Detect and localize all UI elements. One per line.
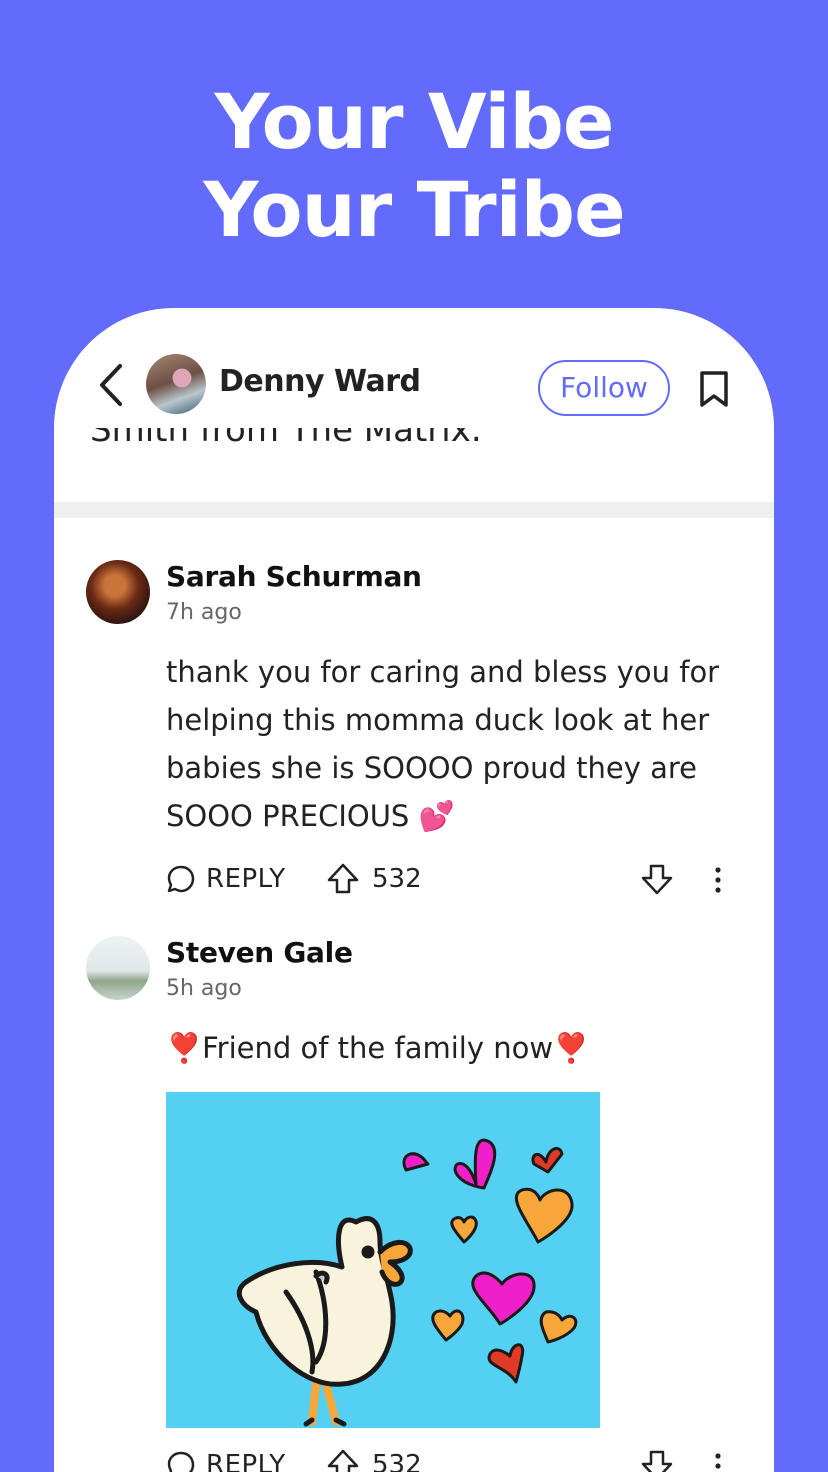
phone-screen: Denny Ward Follow Smith from The Matrix.… bbox=[54, 308, 774, 1472]
commenter-name[interactable]: Steven Gale bbox=[166, 936, 353, 969]
headline: Your Vibe Your Tribe bbox=[0, 78, 828, 254]
vote-count: 532 bbox=[372, 864, 422, 894]
comment-text: ❣️Friend of the family now❣️ bbox=[166, 1031, 590, 1065]
reply-button[interactable]: REPLY bbox=[206, 1450, 286, 1472]
headline-line-2: Your Tribe bbox=[203, 165, 625, 254]
section-divider bbox=[54, 502, 774, 518]
comment-actions: REPLY 532 bbox=[166, 1448, 746, 1472]
bookmark-icon[interactable] bbox=[698, 370, 730, 408]
follow-button[interactable]: Follow bbox=[538, 360, 670, 416]
downvote-arrow-icon[interactable] bbox=[640, 862, 674, 896]
comment-actions: REPLY 532 bbox=[166, 862, 746, 902]
comment-timestamp: 7h ago bbox=[166, 600, 242, 625]
reply-bubble-icon[interactable] bbox=[166, 864, 196, 894]
more-options-icon[interactable] bbox=[714, 866, 722, 894]
commenter-name[interactable]: Sarah Schurman bbox=[166, 560, 422, 593]
commenter-avatar[interactable] bbox=[86, 560, 150, 624]
more-options-icon[interactable] bbox=[714, 1452, 722, 1472]
upvote-arrow-icon[interactable] bbox=[326, 1448, 360, 1472]
reply-button[interactable]: REPLY bbox=[206, 864, 286, 894]
commenter-avatar[interactable] bbox=[86, 936, 150, 1000]
author-name[interactable]: Denny Ward bbox=[219, 364, 421, 399]
headline-line-1: Your Vibe bbox=[214, 77, 615, 166]
post-header: Denny Ward Follow bbox=[54, 308, 774, 428]
back-arrow-icon[interactable] bbox=[94, 362, 128, 408]
comment-text: thank you for caring and bless you for h… bbox=[166, 655, 720, 833]
author-avatar[interactable] bbox=[146, 354, 206, 414]
duck-with-hearts-illustration bbox=[236, 1138, 578, 1427]
comment-image-duck-hearts[interactable] bbox=[166, 1092, 600, 1428]
comment-timestamp: 5h ago bbox=[166, 976, 242, 1001]
post-text-cut-off: Smith from The Matrix. bbox=[90, 428, 482, 450]
reply-bubble-icon[interactable] bbox=[166, 1450, 196, 1472]
upvote-arrow-icon[interactable] bbox=[326, 862, 360, 896]
downvote-arrow-icon[interactable] bbox=[640, 1448, 674, 1472]
vote-count: 532 bbox=[372, 1450, 422, 1472]
